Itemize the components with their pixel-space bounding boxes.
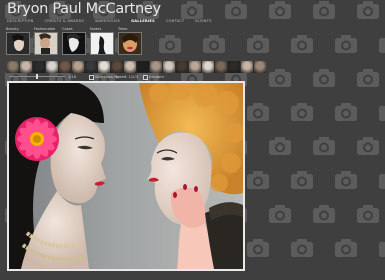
camera-icon [313, 137, 335, 155]
camera-icon [379, 38, 385, 53]
category-thumbnail[interactable] [118, 32, 142, 55]
camera-icon [269, 205, 291, 223]
category-thumbnail[interactable] [90, 32, 114, 55]
site-title: Bryon Paul McCartney [7, 1, 161, 17]
category-thumbnail[interactable] [62, 32, 86, 55]
category-nudes[interactable]: Nudes [90, 27, 114, 55]
nav-item-description[interactable]: Description [7, 17, 34, 25]
category-label: Fashionable [34, 27, 56, 31]
thumbnail-strip [7, 61, 266, 73]
camera-icon [335, 239, 357, 257]
camera-icon [379, 106, 385, 121]
camera-icon [159, 35, 181, 53]
category-trees[interactable]: Trees [118, 27, 142, 55]
strip-thumbnail[interactable] [46, 61, 58, 73]
gallery-categories: Beauty Fashionable Cases Nudes Trees [6, 27, 142, 55]
strip-thumbnail[interactable] [20, 61, 32, 73]
main-nav: Description Credits & Awards Warehouse G… [7, 17, 223, 25]
camera-icon [313, 205, 335, 223]
category-thumbnail[interactable] [34, 32, 58, 55]
strip-thumbnail[interactable] [59, 61, 71, 73]
strip-thumbnail[interactable] [111, 61, 123, 73]
camera-icon [247, 239, 269, 257]
camera-icon [357, 137, 379, 155]
camera-icon [247, 103, 269, 121]
camera-icon [247, 171, 269, 189]
camera-icon [291, 103, 313, 121]
camera-icon [203, 35, 225, 53]
camera-icon [291, 239, 313, 257]
strip-thumbnail[interactable] [228, 61, 240, 73]
nav-item-galleries[interactable]: Galleries [131, 17, 155, 25]
camera-icon [379, 242, 385, 257]
speed-control[interactable]: Speed: 1/2/3 [115, 74, 138, 80]
camera-icon [269, 69, 291, 87]
checkbox-icon [89, 74, 94, 80]
camera-icon [379, 174, 385, 189]
strip-thumbnail[interactable] [176, 61, 188, 73]
camera-icon [269, 1, 291, 19]
camera-icon [335, 35, 357, 53]
main-photo[interactable] [9, 83, 243, 269]
strip-thumbnail[interactable] [98, 61, 110, 73]
camera-icon [335, 171, 357, 189]
random-label: Random [149, 75, 164, 79]
camera-icon [313, 1, 335, 19]
strip-thumbnail[interactable] [85, 61, 97, 73]
gallery-controls: 1/16 Slideshow On Speed: 1/2/3 Random [7, 74, 263, 80]
random-toggle[interactable]: Random [143, 74, 164, 80]
strip-thumbnail[interactable] [189, 61, 201, 73]
nav-item-credits[interactable]: Credits & Awards [45, 17, 85, 25]
camera-icon [357, 69, 379, 87]
nav-item-warehouse[interactable]: Warehouse [95, 17, 120, 25]
camera-icon [247, 35, 269, 53]
category-cases[interactable]: Cases [62, 27, 86, 55]
strip-thumbnail[interactable] [215, 61, 227, 73]
strip-thumbnail[interactable] [150, 61, 162, 73]
category-fashionable[interactable]: Fashionable [34, 27, 58, 55]
strip-thumbnail[interactable] [33, 61, 45, 73]
strip-thumbnail[interactable] [137, 61, 149, 73]
strip-thumbnail[interactable] [7, 61, 19, 73]
camera-icon [313, 69, 335, 87]
thumbnail-slider-handle[interactable] [36, 74, 38, 79]
category-beauty[interactable]: Beauty [6, 27, 30, 55]
camera-icon [357, 205, 379, 223]
camera-icon [357, 1, 379, 19]
strip-thumbnail[interactable] [72, 61, 84, 73]
strip-thumbnail[interactable] [241, 61, 253, 73]
nav-item-contact[interactable]: Contact [166, 17, 184, 25]
strip-thumbnail[interactable] [202, 61, 214, 73]
camera-icon [335, 103, 357, 121]
page-counter: 1/16 [68, 75, 77, 79]
camera-icon [291, 171, 313, 189]
category-thumbnail[interactable] [6, 32, 30, 55]
camera-icon [269, 137, 291, 155]
strip-thumbnail[interactable] [124, 61, 136, 73]
camera-icon [291, 35, 313, 53]
strip-thumbnail[interactable] [254, 61, 266, 73]
strip-thumbnail[interactable] [163, 61, 175, 73]
main-photo-frame [7, 81, 245, 271]
checkbox-icon [143, 74, 148, 80]
camera-icon [225, 1, 247, 19]
nav-item-klients[interactable]: Klients [195, 17, 211, 25]
